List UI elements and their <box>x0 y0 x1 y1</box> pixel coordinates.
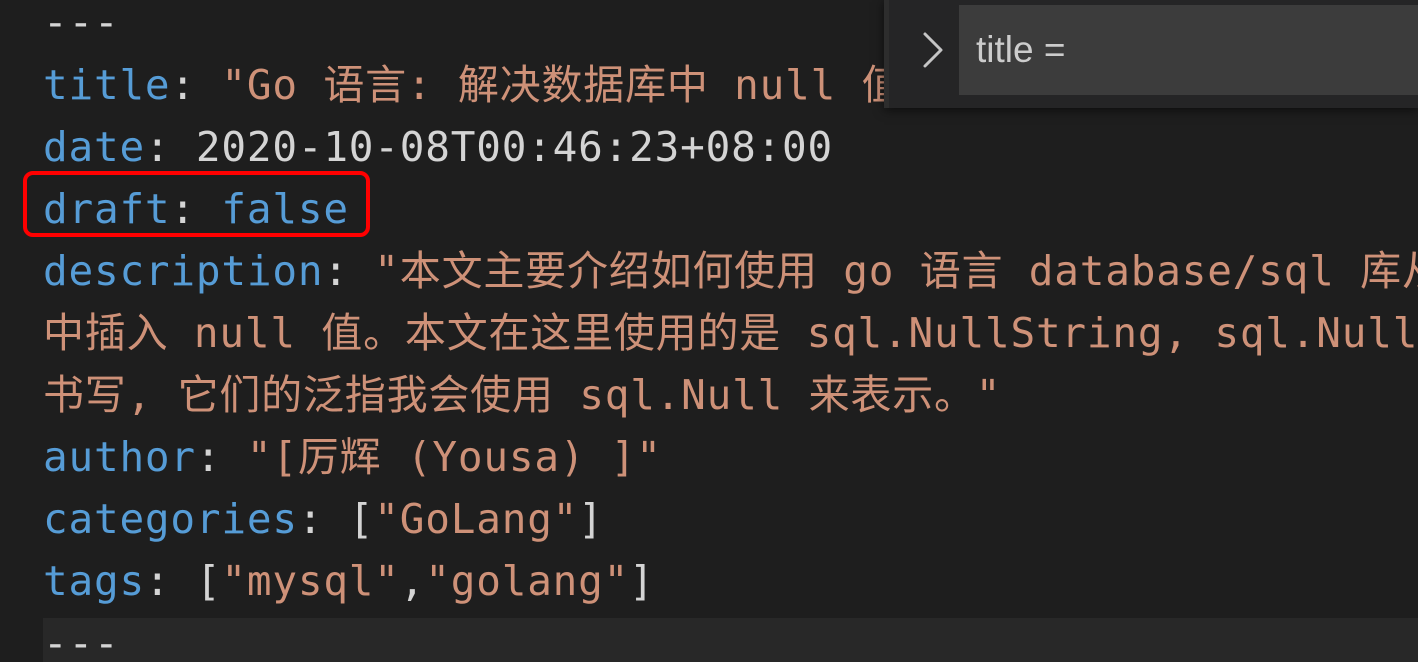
token-plain: : <box>170 61 222 109</box>
token-plain: ] <box>578 495 604 543</box>
code-line-sep-top: --- <box>43 0 119 53</box>
code-line-author: author: "[厉辉 (Yousa) ]" <box>43 426 662 488</box>
chevron-right-icon[interactable] <box>915 28 955 72</box>
token-key: categories <box>43 495 298 543</box>
token-key: description <box>43 247 324 295</box>
code-line-description-2: 中插入 null 值。本文在这里使用的是 sql.NullString, sql… <box>43 302 1418 364</box>
code-line-date: date: 2020-10-08T00:46:23+08:00 <box>43 116 833 178</box>
token-plain: : <box>323 247 375 295</box>
token-plain: --- <box>43 0 120 46</box>
token-plain: ] <box>629 557 655 605</box>
code-line-description: description: "本文主要介绍如何使用 go 语言 database/… <box>43 240 1418 302</box>
token-plain: : <box>195 433 247 481</box>
token-key: author <box>43 433 196 481</box>
code-line-description-3: 书写, 它们的泛指我会使用 sql.Null 来表示。" <box>43 364 1001 426</box>
token-str: 中插入 null 值。本文在这里使用的是 sql.NullString, sql… <box>43 309 1418 357</box>
token-str: "GoLang" <box>374 495 579 543</box>
token-plain: : [ <box>297 495 375 543</box>
token-key: tags <box>43 557 145 605</box>
code-line-categories: categories: ["GoLang"] <box>43 488 604 550</box>
token-plain: , <box>399 557 426 605</box>
code-line-tags: tags: ["mysql","golang"] <box>43 550 655 612</box>
current-line-highlight <box>43 618 1418 662</box>
token-str: 书写, 它们的泛指我会使用 sql.Null 来表示。" <box>43 371 1002 419</box>
token-key: title <box>43 61 171 109</box>
token-str: "golang" <box>425 557 630 605</box>
find-input[interactable] <box>959 5 1418 95</box>
find-widget <box>884 0 1418 108</box>
token-plain: --- <box>43 619 120 662</box>
token-plain: : [ <box>144 557 222 605</box>
code-line-sep-bottom: --- <box>43 612 119 662</box>
code-line-title: title: "Go 语言: 解决数据库中 null 值 <box>43 54 903 116</box>
token-str: "本文主要介绍如何使用 go 语言 database/sql 库从 <box>374 247 1418 295</box>
token-plain: : 2020-10-08T00:46:23+08:00 <box>144 123 834 171</box>
token-str: "[厉辉 (Yousa) ]" <box>246 433 662 481</box>
code-editor[interactable]: --- title: "Go 语言: 解决数据库中 null 值 date: 2… <box>0 0 1418 662</box>
token-str: "Go 语言: 解决数据库中 null 值 <box>221 61 904 109</box>
draft-highlight-box <box>23 171 370 237</box>
token-str: "mysql" <box>221 557 400 605</box>
token-key: date <box>43 123 145 171</box>
